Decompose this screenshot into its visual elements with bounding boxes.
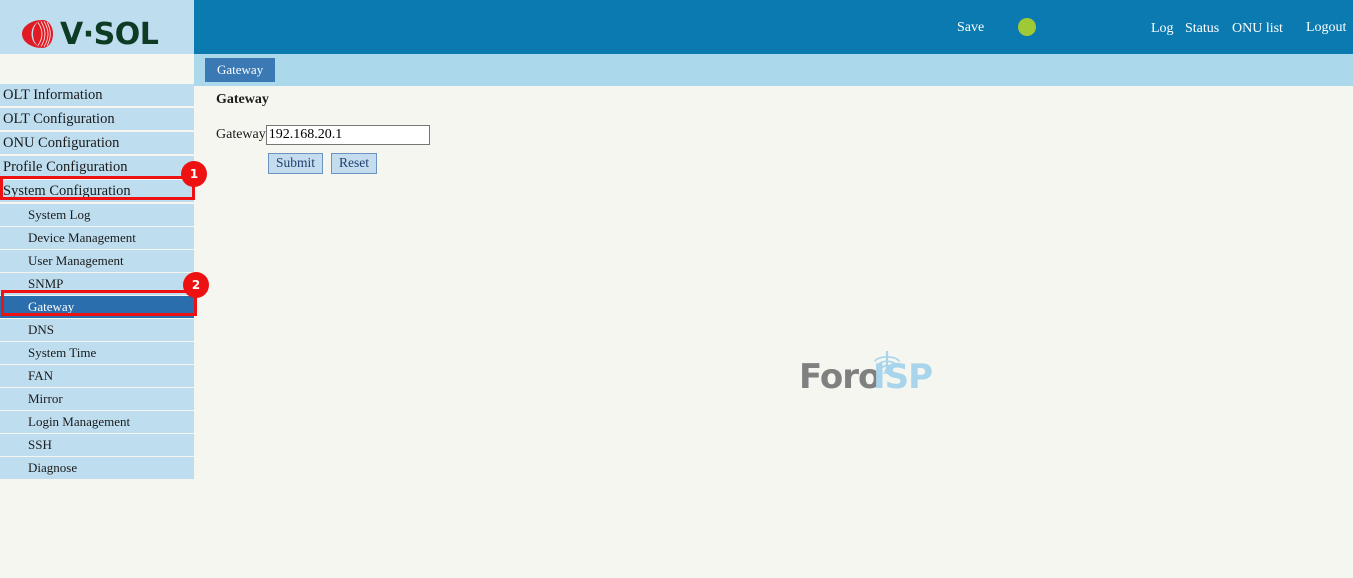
sidebar-item-snmp[interactable]: SNMP bbox=[0, 273, 194, 295]
sidebar-item-olt-configuration[interactable]: OLT Configuration bbox=[0, 108, 194, 130]
form-button-row: Submit Reset bbox=[268, 153, 381, 174]
sidebar-item-dns[interactable]: DNS bbox=[0, 319, 194, 341]
sidebar-item-user-management[interactable]: User Management bbox=[0, 250, 194, 272]
sidebar-item-mirror[interactable]: Mirror bbox=[0, 388, 194, 410]
antenna-tower-icon bbox=[874, 351, 900, 374]
page-title: Gateway bbox=[216, 92, 269, 107]
foroisp-watermark: Foro ISP bbox=[799, 348, 941, 396]
sidebar-item-device-management[interactable]: Device Management bbox=[0, 227, 194, 249]
gateway-form-row: Gateway bbox=[216, 125, 430, 145]
gateway-input[interactable] bbox=[265, 125, 430, 145]
log-link[interactable]: Log bbox=[1151, 21, 1174, 37]
watermark-text-primary: Foro bbox=[799, 357, 881, 397]
watermark-text-secondary: ISP bbox=[873, 357, 933, 397]
reset-button[interactable]: Reset bbox=[331, 153, 378, 174]
main-content: Gateway Gateway Submit Reset Foro ISP bbox=[194, 86, 1353, 578]
sidebar-navigation: OLT Information OLT Configuration ONU Co… bbox=[0, 54, 194, 578]
tab-gateway[interactable]: Gateway bbox=[205, 58, 276, 82]
sidebar-item-profile-configuration[interactable]: Profile Configuration bbox=[0, 156, 194, 178]
logo-text: V·SOL bbox=[60, 17, 159, 52]
submit-button[interactable]: Submit bbox=[268, 153, 324, 174]
sidebar-item-system-configuration[interactable]: System Configuration bbox=[0, 180, 194, 202]
status-indicator-dot bbox=[1018, 18, 1036, 36]
sidebar-item-onu-configuration[interactable]: ONU Configuration bbox=[0, 132, 194, 154]
sidebar-item-system-log[interactable]: System Log bbox=[0, 204, 194, 226]
header-bar: V·SOL Save Log Status ONU list Logout bbox=[0, 0, 1353, 54]
sidebar-item-gateway[interactable]: Gateway bbox=[0, 296, 194, 318]
vsol-shell-logo-icon bbox=[22, 20, 53, 48]
top-navigation-bar: Save Log Status ONU list Logout bbox=[194, 0, 1353, 54]
status-link[interactable]: Status bbox=[1185, 21, 1219, 37]
gateway-field-label: Gateway bbox=[216, 127, 266, 142]
sidebar-item-fan[interactable]: FAN bbox=[0, 365, 194, 387]
logo-panel: V·SOL bbox=[0, 0, 194, 54]
sidebar-item-ssh[interactable]: SSH bbox=[0, 434, 194, 456]
onu-list-link[interactable]: ONU list bbox=[1232, 21, 1283, 37]
save-button[interactable]: Save bbox=[957, 20, 984, 36]
sidebar-item-system-time[interactable]: System Time bbox=[0, 342, 194, 364]
sidebar-item-diagnose[interactable]: Diagnose bbox=[0, 457, 194, 479]
sidebar-item-login-management[interactable]: Login Management bbox=[0, 411, 194, 433]
logout-link[interactable]: Logout bbox=[1306, 20, 1346, 36]
sidebar-item-olt-information[interactable]: OLT Information bbox=[0, 84, 194, 106]
tab-bar: Gateway bbox=[194, 54, 1353, 86]
